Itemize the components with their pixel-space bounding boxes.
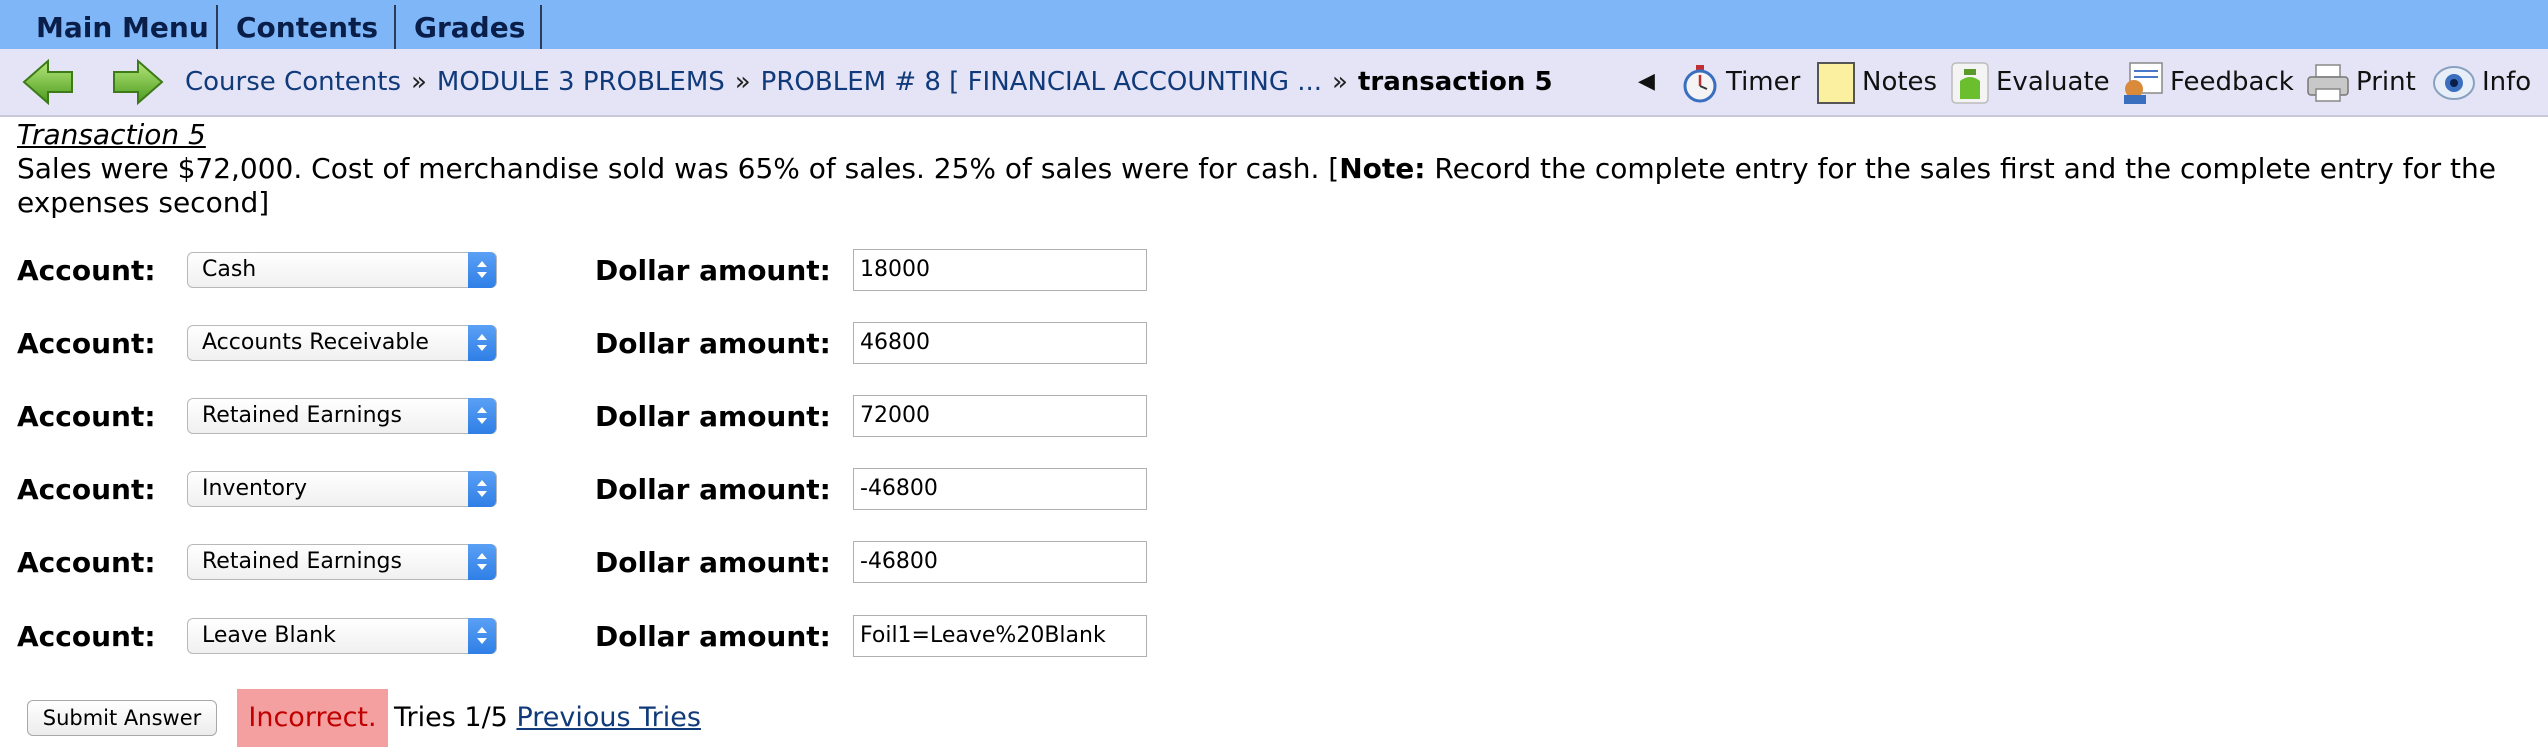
entry-row: Account: Leave Blank Dollar amount: Foil… — [0, 615, 1200, 659]
stopwatch-icon — [1683, 64, 1717, 102]
info-label: Info — [2482, 67, 2532, 97]
breadcrumb-separator: » — [734, 67, 751, 97]
dollar-amount-label: Dollar amount: — [595, 327, 831, 360]
status-badge: Incorrect. — [237, 689, 388, 747]
navigation-bar: Course Contents » MODULE 3 PROBLEMS » PROBLE… — [0, 49, 2548, 117]
problem-statement: Sales were $72,000. Cost of merchandise … — [17, 152, 2517, 220]
account-select[interactable]: Inventory — [187, 471, 497, 507]
breadcrumb: Course Contents » MODULE 3 PROBLEMS » PROBLE… — [185, 49, 1553, 115]
evaluate-icon — [1951, 61, 1989, 104]
previous-tries-link[interactable]: Previous Tries — [516, 702, 701, 733]
account-select[interactable]: Retained Earnings — [187, 544, 497, 580]
timer-button[interactable]: Timer — [1680, 49, 1800, 115]
dollar-amount-input[interactable]: 18000 — [853, 249, 1147, 291]
info-icon — [2433, 65, 2475, 100]
select-caret-icon — [468, 398, 496, 434]
problem-note-label: Note: — [1339, 152, 1426, 185]
account-select-value: Retained Earnings — [202, 549, 402, 574]
entry-row: Account: Accounts Receivable Dollar amou… — [0, 322, 1200, 366]
breadcrumb-current: transaction 5 — [1357, 67, 1553, 97]
select-caret-icon — [468, 252, 496, 288]
breadcrumb-problem-8[interactable]: PROBLEM # 8 [ FINANCIAL ACCOUNTING ... — [761, 67, 1322, 97]
dollar-amount-input[interactable]: 46800 — [853, 322, 1147, 364]
breadcrumb-module-3[interactable]: MODULE 3 PROBLEMS — [437, 67, 725, 97]
dollar-amount-label: Dollar amount: — [595, 620, 831, 653]
feedback-button[interactable]: Feedback — [2120, 49, 2294, 115]
account-select-value: Retained Earnings — [202, 403, 402, 428]
account-label: Account: — [17, 327, 156, 360]
tries-count: Tries 1/5 — [394, 702, 508, 733]
account-select[interactable]: Cash — [187, 252, 497, 288]
select-caret-icon — [468, 618, 496, 654]
dollar-amount-input[interactable]: -46800 — [853, 468, 1147, 510]
entry-row: Account: Retained Earnings Dollar amount… — [0, 541, 1200, 585]
dollar-amount-label: Dollar amount: — [595, 546, 831, 579]
notes-label: Notes — [1862, 67, 1938, 97]
print-label: Print — [2356, 67, 2416, 97]
printer-icon — [2307, 63, 2349, 102]
select-caret-icon — [468, 471, 496, 507]
dollar-amount-input[interactable]: 72000 — [853, 395, 1147, 437]
account-select[interactable]: Retained Earnings — [187, 398, 497, 434]
tab-grades[interactable]: Grades — [396, 5, 542, 51]
transaction-title: Transaction 5 — [17, 118, 206, 151]
account-select-value: Leave Blank — [202, 623, 336, 648]
tries-info: Tries 1/5 Previous Tries — [394, 689, 701, 747]
timer-label: Timer — [1726, 67, 1801, 97]
breadcrumb-separator: » — [411, 67, 427, 97]
account-select-value: Cash — [202, 257, 257, 282]
main-menubar: Main Menu Contents Grades — [0, 0, 2548, 51]
tab-main-menu[interactable]: Main Menu — [18, 5, 218, 51]
account-label: Account: — [17, 254, 156, 287]
print-button[interactable]: Print — [2306, 49, 2416, 115]
select-caret-icon — [468, 544, 496, 580]
account-select-value: Inventory — [202, 476, 308, 501]
collapse-toolbar-icon[interactable]: ◀ — [1638, 49, 1655, 115]
account-label: Account: — [17, 473, 156, 506]
breadcrumb-separator: » — [1332, 67, 1348, 97]
evaluate-button[interactable]: Evaluate — [1950, 49, 2110, 115]
feedback-label: Feedback — [2170, 67, 2294, 97]
dollar-amount-label: Dollar amount: — [595, 254, 831, 287]
problem-text-start: Sales were $72,000. Cost of merchandise … — [17, 152, 1340, 185]
account-select[interactable]: Accounts Receivable — [187, 325, 497, 361]
account-select[interactable]: Leave Blank — [187, 618, 497, 654]
entry-row: Account: Inventory Dollar amount: -46800 — [0, 468, 1200, 512]
account-select-value: Accounts Receivable — [202, 330, 429, 355]
breadcrumb-course-contents[interactable]: Course Contents — [185, 67, 401, 97]
feedback-icon — [2124, 61, 2163, 104]
back-arrow-icon[interactable] — [22, 58, 74, 106]
dollar-amount-label: Dollar amount: — [595, 400, 831, 433]
info-button[interactable]: Info — [2432, 49, 2531, 115]
account-label: Account: — [17, 546, 156, 579]
dollar-amount-input[interactable]: -46800 — [853, 541, 1147, 583]
account-label: Account: — [17, 620, 156, 653]
forward-arrow-icon[interactable] — [112, 58, 164, 106]
dollar-amount-input[interactable]: Foil1=Leave%20Blank — [853, 615, 1147, 657]
tab-contents[interactable]: Contents — [218, 5, 396, 51]
account-label: Account: — [17, 400, 156, 433]
evaluate-label: Evaluate — [1996, 67, 2110, 97]
dollar-amount-label: Dollar amount: — [595, 473, 831, 506]
notes-button[interactable]: Notes — [1816, 49, 1937, 115]
submit-answer-button[interactable]: Submit Answer — [27, 700, 217, 736]
entry-row: Account: Retained Earnings Dollar amount… — [0, 395, 1200, 439]
entry-row: Account: Cash Dollar amount: 18000 — [0, 249, 1200, 293]
select-caret-icon — [468, 325, 496, 361]
notepad-icon — [1817, 61, 1855, 104]
